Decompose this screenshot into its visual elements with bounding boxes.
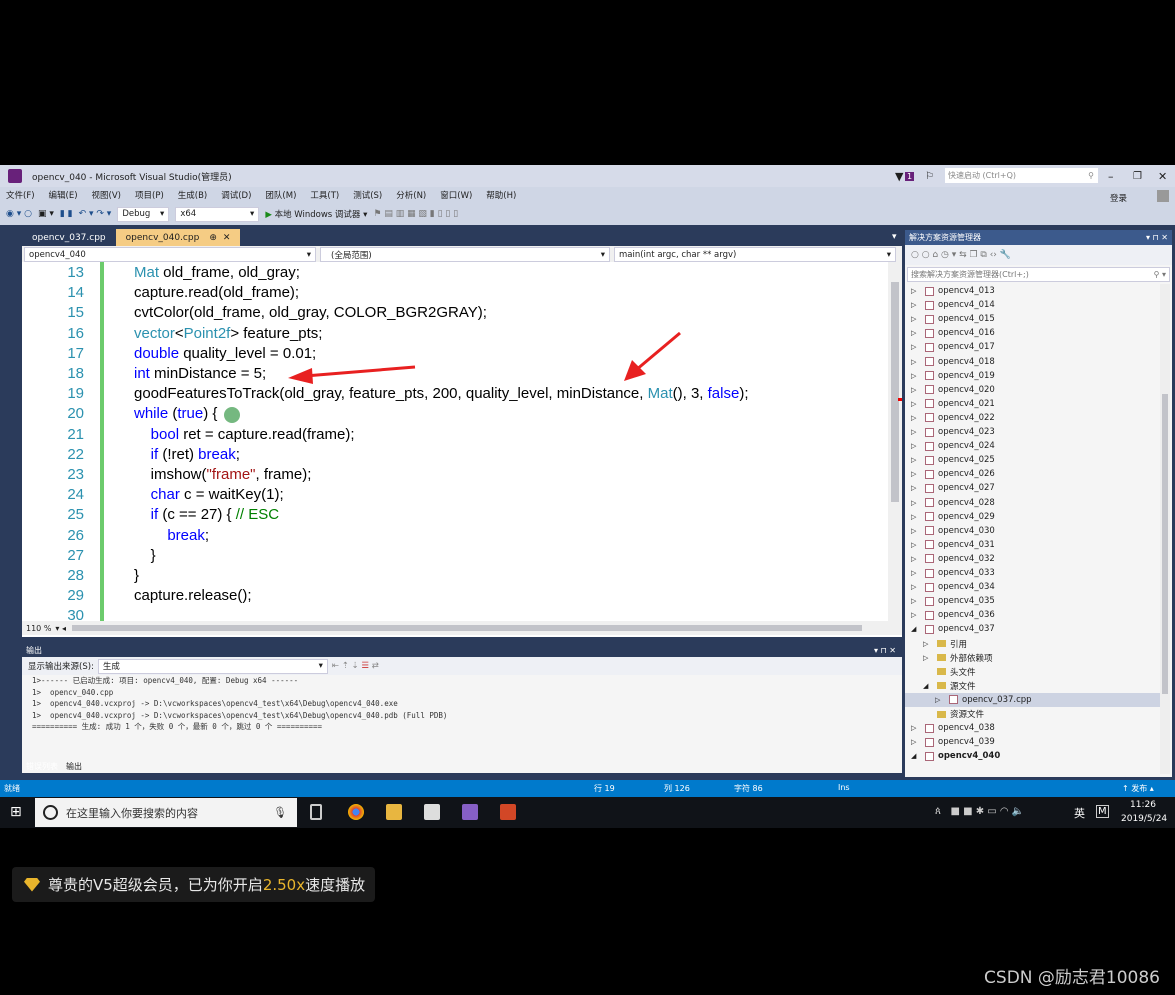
cursor-highlight <box>224 407 240 423</box>
red-arrow-2 <box>624 331 681 381</box>
annotation-arrows <box>224 331 681 423</box>
vip-badge-icon <box>24 877 40 892</box>
red-arrow-1 <box>288 365 416 384</box>
vip-speed-banner: 尊贵的V5超级会员，已为你开启2.50x速度播放 <box>12 867 375 902</box>
csdn-watermark: CSDN @励志君10086 <box>984 968 1160 988</box>
